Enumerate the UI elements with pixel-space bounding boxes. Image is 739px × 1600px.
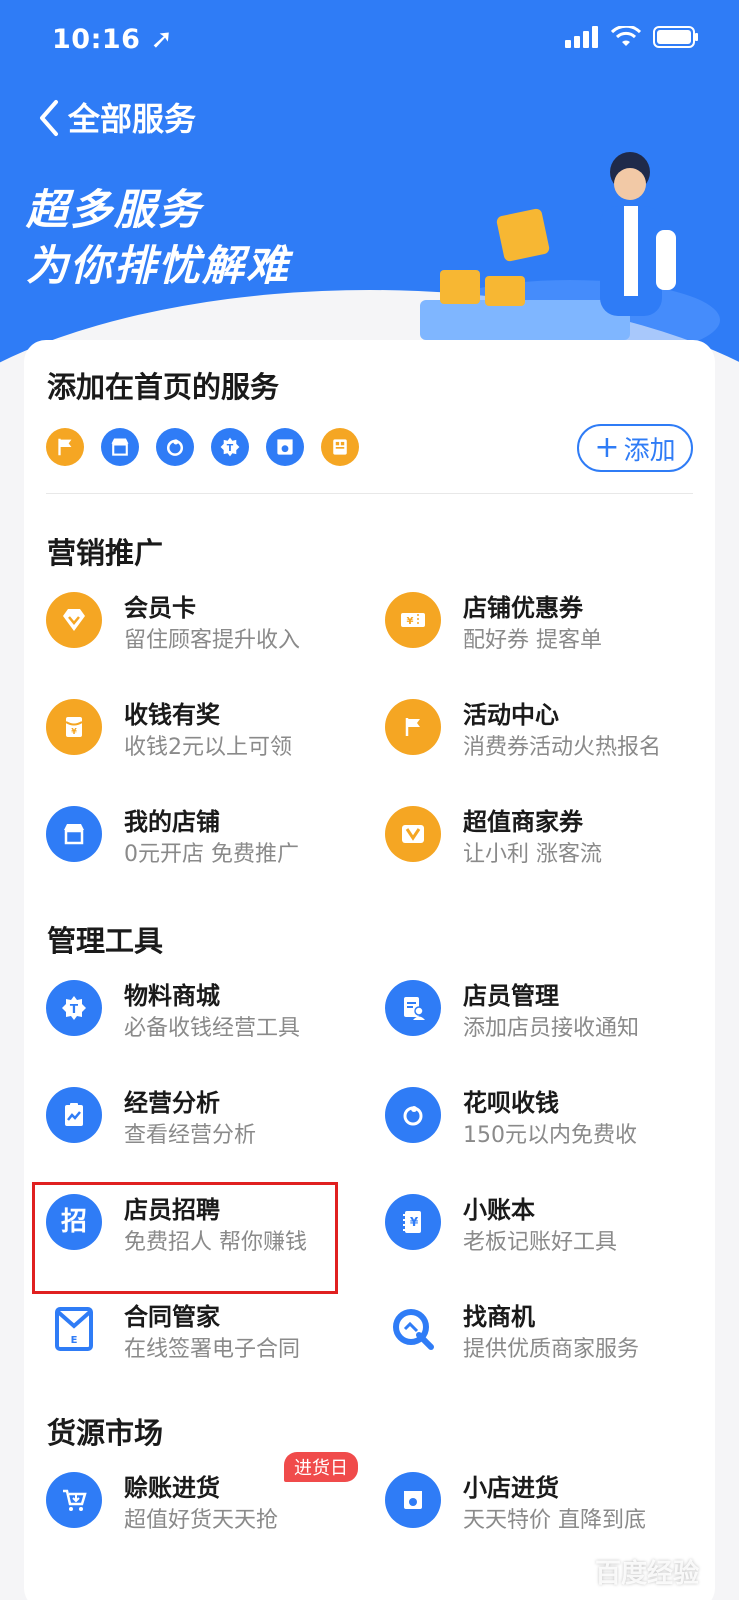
signal-icon: [565, 26, 598, 48]
service-desc: 150元以内免费收: [463, 1123, 637, 1148]
store-icon: [46, 806, 102, 862]
service-item[interactable]: 经营分析查看经营分析: [46, 1081, 366, 1161]
add-service-label: 添加: [623, 435, 676, 466]
red-packet-icon: ¥: [46, 699, 102, 755]
service-item[interactable]: E 合同管家在线签署电子合同: [46, 1295, 366, 1375]
add-service-button[interactable]: + 添加: [577, 424, 693, 472]
opportunity-icon: [385, 1301, 441, 1357]
service-desc: 让小利 涨客流: [463, 842, 602, 867]
service-name: 店员管理: [463, 982, 559, 1010]
service-name: 花呗收钱: [463, 1089, 559, 1117]
service-name: 小账本: [463, 1196, 535, 1224]
quick-flag-icon[interactable]: [46, 428, 84, 466]
diamond-icon: [46, 592, 102, 648]
quick-huabei-icon[interactable]: [156, 428, 194, 466]
svg-text:¥: ¥: [407, 616, 414, 627]
service-item[interactable]: 店员管理添加店员接收通知: [385, 974, 705, 1054]
service-name: 店铺优惠券: [463, 594, 583, 622]
back-arrow-icon[interactable]: [34, 96, 66, 140]
svg-text:E: E: [71, 1335, 78, 1346]
shop-icon: [385, 1472, 441, 1528]
svg-text:T: T: [227, 443, 234, 454]
material-mall-icon: T: [46, 980, 102, 1036]
watermark-logo: 百度经验: [594, 1559, 699, 1589]
svg-text:T: T: [70, 1002, 79, 1016]
quick-store-icon[interactable]: [101, 428, 139, 466]
service-desc: 收钱2元以上可领: [124, 735, 292, 760]
service-desc: 必备收钱经营工具: [124, 1016, 301, 1041]
cart-icon: [46, 1472, 102, 1528]
contract-icon: E: [46, 1301, 102, 1357]
status-bar: 10:16 ➚: [0, 0, 739, 80]
service-item[interactable]: 超值商家券让小利 涨客流: [385, 800, 705, 880]
analytics-icon: [46, 1087, 102, 1143]
service-item[interactable]: 花呗收钱 150元以内免费收: [385, 1081, 705, 1161]
home-services-icons: T: [46, 428, 359, 466]
service-name: 会员卡: [124, 594, 196, 622]
service-name: 活动中心: [463, 701, 559, 729]
nav-bar: 全部服务: [0, 88, 739, 148]
service-name: 收钱有奖: [124, 701, 220, 729]
merchant-illustration: [420, 152, 720, 350]
service-item[interactable]: T 物料商城必备收钱经营工具: [46, 974, 366, 1054]
service-desc: 配好券 提客单: [463, 628, 602, 653]
service-desc: 留住顾客提升收入: [124, 628, 301, 653]
service-item[interactable]: ¥ 收钱有奖收钱2元以上可领: [46, 693, 366, 773]
flag-icon: [385, 699, 441, 755]
service-item[interactable]: 我的店铺 0元开店 免费推广: [46, 800, 366, 880]
divider: [46, 493, 693, 494]
location-arrow-icon: ➚: [150, 24, 174, 55]
status-time: 10:16 ➚: [52, 24, 174, 55]
service-item[interactable]: 找商机提供优质商家服务: [385, 1295, 705, 1375]
service-desc: 天天特价 直降到底: [463, 1508, 646, 1533]
section-title-tools: 管理工具: [47, 924, 164, 958]
service-name: 找商机: [463, 1303, 535, 1331]
hero-slogan: 超多服务 为你排忧解难: [26, 182, 290, 294]
promo-badge: 进货日: [284, 1452, 358, 1482]
service-item[interactable]: 赊账进货超值好货天天抢 进货日: [46, 1452, 366, 1546]
huabei-icon: [385, 1087, 441, 1143]
wifi-icon: [611, 26, 641, 46]
service-desc: 老板记账好工具: [463, 1230, 618, 1255]
service-desc: 超值好货天天抢: [124, 1508, 279, 1533]
services-card: 添加在首页的服务 T + 添加 营销推广 管理工具 货源市场 会员卡留住顾客提升…: [24, 340, 715, 1600]
hero-line1: 超多服务: [26, 185, 203, 234]
service-name: 小店进货: [463, 1474, 559, 1502]
service-item[interactable]: 会员卡留住顾客提升收入: [46, 586, 366, 666]
ticket-icon: [385, 806, 441, 862]
quick-scan-icon[interactable]: [321, 428, 359, 466]
section-title-supply: 货源市场: [47, 1416, 164, 1450]
service-desc: 提供优质商家服务: [463, 1337, 640, 1362]
service-name: 赊账进货: [124, 1474, 220, 1502]
service-item[interactable]: ¥ 小账本老板记账好工具: [385, 1188, 705, 1268]
quick-material-mall-icon[interactable]: T: [211, 428, 249, 466]
service-desc: 消费券活动火热报名: [463, 735, 662, 760]
coupon-icon: ¥: [385, 592, 441, 648]
plus-icon: +: [594, 430, 620, 465]
battery-icon: [653, 26, 698, 48]
service-desc: 查看经营分析: [124, 1123, 257, 1148]
service-desc: 在线签署电子合同: [124, 1337, 301, 1362]
svg-text:¥: ¥: [410, 1215, 419, 1229]
home-services-title: 添加在首页的服务: [47, 370, 280, 404]
service-desc: 添加店员接收通知: [463, 1016, 640, 1041]
service-desc: 0元开店 免费推广: [124, 842, 299, 867]
service-name: 我的店铺: [124, 808, 220, 836]
service-item[interactable]: 小店进货天天特价 直降到底: [385, 1466, 705, 1546]
quick-shop-icon[interactable]: [266, 428, 304, 466]
section-title-marketing: 营销推广: [47, 536, 164, 570]
service-name: 超值商家券: [463, 808, 583, 836]
highlight-box: [32, 1182, 338, 1294]
svg-text:¥: ¥: [71, 727, 77, 736]
service-item[interactable]: 活动中心消费券活动火热报名: [385, 693, 705, 773]
hero-line2: 为你排忧解难: [26, 241, 291, 290]
service-name: 经营分析: [124, 1089, 220, 1117]
service-name: 物料商城: [124, 982, 220, 1010]
staff-icon: [385, 980, 441, 1036]
status-icons: [565, 26, 699, 48]
page-title: 全部服务: [68, 100, 197, 138]
ledger-icon: ¥: [385, 1194, 441, 1250]
service-item[interactable]: ¥ 店铺优惠券配好券 提客单: [385, 586, 705, 666]
service-name: 合同管家: [124, 1303, 220, 1331]
